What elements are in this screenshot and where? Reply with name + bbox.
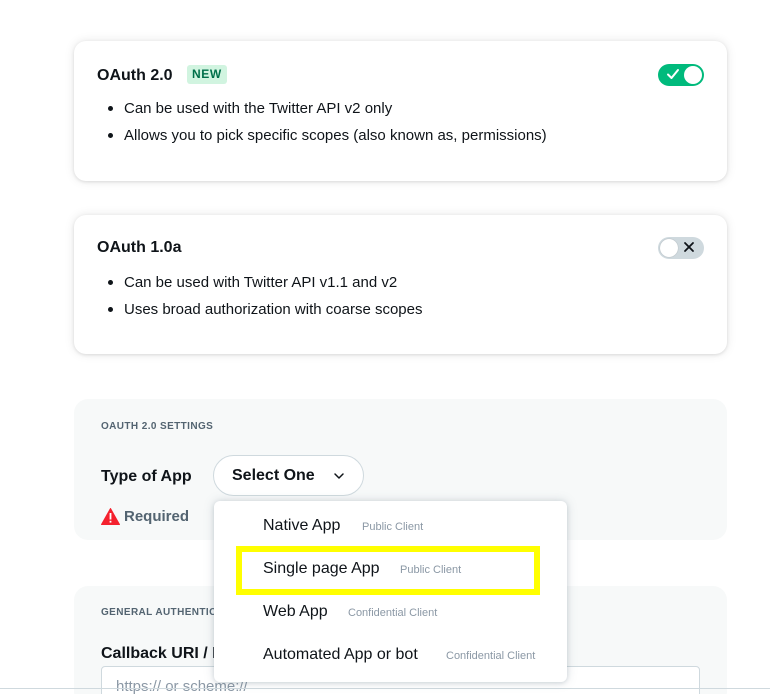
list-item: Allows you to pick specific scopes (also… xyxy=(108,127,547,154)
option-web-app[interactable]: Web App Confidential Client xyxy=(214,587,567,630)
oauth1-bullets: Can be used with Twitter API v1.1 and v2… xyxy=(108,274,423,328)
option-label: Automated App or bot xyxy=(263,646,418,663)
section-label: OAUTH 2.0 SETTINGS xyxy=(101,421,214,432)
toggle-knob xyxy=(660,239,678,257)
warning-triangle-icon xyxy=(101,508,120,525)
divider xyxy=(0,688,770,689)
option-client-type: Confidential Client xyxy=(446,650,536,662)
option-label: Single page App xyxy=(263,560,380,577)
check-icon xyxy=(667,69,679,79)
toggle-knob xyxy=(684,66,702,84)
chevron-down-icon xyxy=(334,473,344,479)
oauth1-toggle[interactable] xyxy=(658,237,704,259)
option-label: Web App xyxy=(263,603,328,620)
type-of-app-dropdown: Native App Public Client Single page App… xyxy=(214,501,567,682)
option-client-type: Public Client xyxy=(400,564,462,576)
type-of-app-select[interactable]: Select One xyxy=(213,455,364,496)
option-native-app[interactable]: Native App Public Client xyxy=(214,501,567,544)
oauth2-toggle[interactable] xyxy=(658,64,704,86)
oauth1-title: OAuth 1.0a xyxy=(97,239,182,256)
required-text: Required xyxy=(124,508,190,525)
oauth2-card: OAuth 2.0 NEW Can be used with the Twitt… xyxy=(74,41,727,181)
x-icon xyxy=(684,242,694,252)
oauth2-title: OAuth 2.0 xyxy=(97,67,173,84)
option-client-type: Public Client xyxy=(362,521,424,533)
list-item: Can be used with Twitter API v1.1 and v2 xyxy=(108,274,423,301)
list-item: Uses broad authorization with coarse sco… xyxy=(108,301,423,328)
option-label: Native App xyxy=(263,517,341,534)
type-of-app-label: Type of App xyxy=(101,468,192,485)
oauth2-bullets: Can be used with the Twitter API v2 only… xyxy=(108,100,547,154)
oauth1-card: OAuth 1.0a Can be used with Twitter API … xyxy=(74,215,727,354)
option-automated-app[interactable]: Automated App or bot Confidential Client xyxy=(214,630,567,673)
new-badge: NEW xyxy=(187,65,227,84)
list-item: Can be used with the Twitter API v2 only xyxy=(108,100,547,127)
select-label: Select One xyxy=(232,466,315,484)
option-single-page-app[interactable]: Single page App Public Client xyxy=(214,544,567,587)
option-client-type: Confidential Client xyxy=(348,607,438,619)
